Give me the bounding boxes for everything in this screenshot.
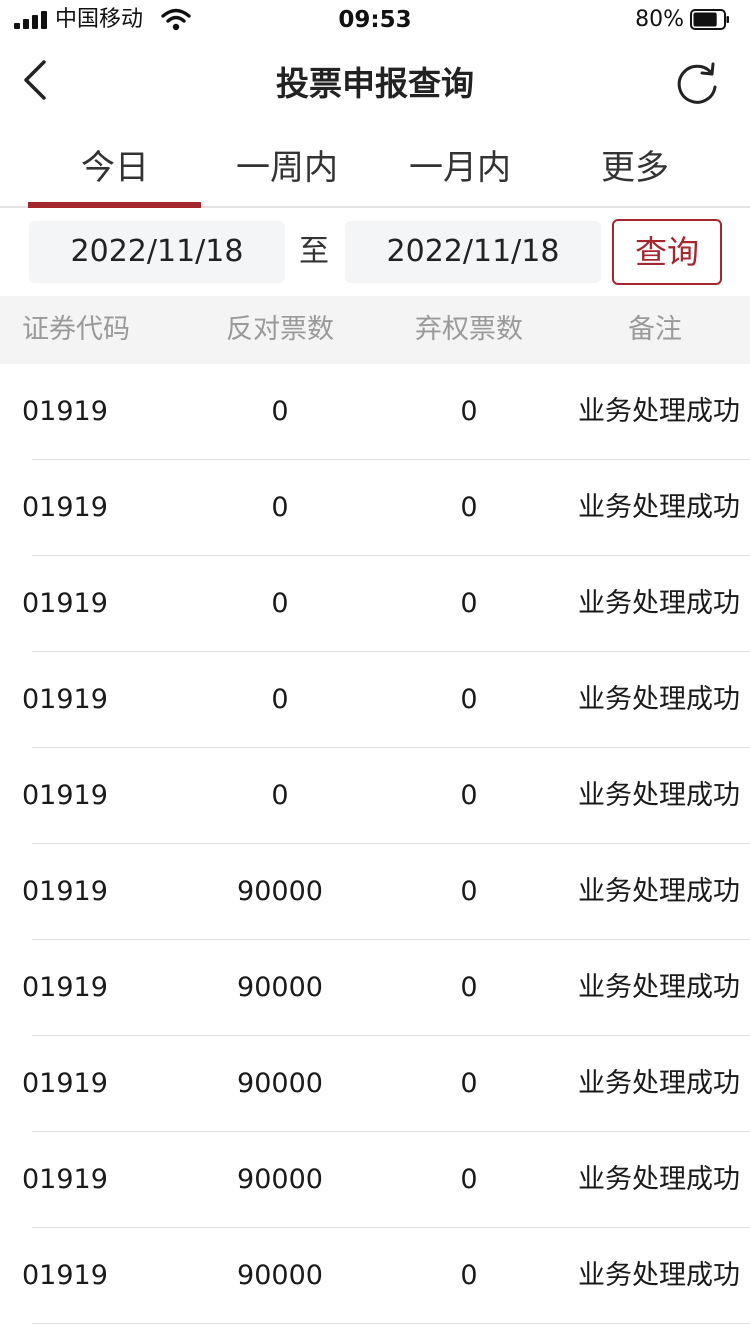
cell-remark: 业务处理成功 [578, 1068, 740, 1099]
cell-oppose: 0 [271, 588, 289, 619]
cell-code: 01919 [22, 492, 108, 523]
table-row[interactable]: 01919 0 0 业务处理成功 [0, 364, 750, 460]
cell-abstain: 0 [460, 684, 478, 715]
cell-oppose: 90000 [237, 1260, 323, 1291]
column-header-remark: 备注 [628, 314, 682, 345]
cell-code: 01919 [22, 876, 108, 907]
cell-code: 01919 [22, 972, 108, 1003]
cell-abstain: 0 [460, 1260, 478, 1291]
end-date-field[interactable]: 2022/11/18 [345, 221, 601, 283]
date-separator: 至 [299, 234, 329, 269]
cell-code: 01919 [22, 684, 108, 715]
cell-oppose: 90000 [237, 972, 323, 1003]
query-button[interactable]: 查询 [612, 219, 722, 285]
tab-month[interactable]: 一月内 [373, 128, 547, 206]
cell-code: 01919 [22, 780, 108, 811]
cell-oppose: 0 [271, 396, 289, 427]
cell-abstain: 0 [460, 396, 478, 427]
cell-code: 01919 [22, 588, 108, 619]
tab-more[interactable]: 更多 [548, 128, 722, 206]
tab-week[interactable]: 一周内 [200, 128, 374, 206]
column-header-code: 证券代码 [22, 314, 130, 345]
table-row[interactable]: 01919 90000 0 业务处理成功 [0, 1228, 750, 1324]
cell-abstain: 0 [460, 780, 478, 811]
table-row[interactable]: 01919 90000 0 业务处理成功 [0, 844, 750, 940]
cell-remark: 业务处理成功 [578, 972, 740, 1003]
cell-oppose: 90000 [237, 1068, 323, 1099]
cell-abstain: 0 [460, 1068, 478, 1099]
cell-code: 01919 [22, 1068, 108, 1099]
cell-code: 01919 [22, 1164, 108, 1195]
column-header-oppose: 反对票数 [226, 314, 334, 345]
start-date-field[interactable]: 2022/11/18 [29, 221, 285, 283]
tab-today[interactable]: 今日 [28, 128, 202, 206]
cell-remark: 业务处理成功 [578, 1164, 740, 1195]
cell-remark: 业务处理成功 [578, 780, 740, 811]
cell-remark: 业务处理成功 [578, 876, 740, 907]
cell-oppose: 90000 [237, 1164, 323, 1195]
period-tabs: 今日 一周内 一月内 更多 [0, 128, 750, 208]
table-row[interactable]: 01919 0 0 业务处理成功 [0, 556, 750, 652]
cell-abstain: 0 [460, 588, 478, 619]
refresh-icon[interactable] [672, 60, 722, 110]
nav-bar: 投票申报查询 [0, 40, 750, 128]
battery-percentage: 80% [635, 7, 684, 32]
table-row[interactable]: 01919 90000 0 业务处理成功 [0, 1036, 750, 1132]
cell-abstain: 0 [460, 876, 478, 907]
table-row[interactable]: 01919 90000 0 业务处理成功 [0, 940, 750, 1036]
cell-remark: 业务处理成功 [578, 684, 740, 715]
table-row[interactable]: 01919 0 0 业务处理成功 [0, 460, 750, 556]
cell-oppose: 0 [271, 492, 289, 523]
cell-remark: 业务处理成功 [578, 396, 740, 427]
cell-remark: 业务处理成功 [578, 492, 740, 523]
cell-abstain: 0 [460, 492, 478, 523]
cell-abstain: 0 [460, 972, 478, 1003]
cell-code: 01919 [22, 1260, 108, 1291]
table-row[interactable]: 01919 0 0 业务处理成功 [0, 748, 750, 844]
table-header: 证券代码 反对票数 弃权票数 备注 [0, 296, 750, 364]
cell-code: 01919 [22, 396, 108, 427]
page-title: 投票申报查询 [276, 64, 474, 103]
table-body: 01919 0 0 业务处理成功 01919 0 0 业务处理成功 01919 … [0, 364, 750, 1324]
cell-oppose: 90000 [237, 876, 323, 907]
cell-oppose: 0 [271, 780, 289, 811]
column-header-abstain: 弃权票数 [415, 314, 523, 345]
battery-icon [690, 9, 729, 30]
table-row[interactable]: 01919 90000 0 业务处理成功 [0, 1132, 750, 1228]
cell-remark: 业务处理成功 [578, 1260, 740, 1291]
table-row[interactable]: 01919 0 0 业务处理成功 [0, 652, 750, 748]
status-bar: 中国移动 09:53 80% [0, 0, 750, 40]
cell-oppose: 0 [271, 684, 289, 715]
date-query-row: 2022/11/18 至 2022/11/18 查询 [0, 208, 750, 296]
cell-abstain: 0 [460, 1164, 478, 1195]
cell-remark: 业务处理成功 [578, 588, 740, 619]
